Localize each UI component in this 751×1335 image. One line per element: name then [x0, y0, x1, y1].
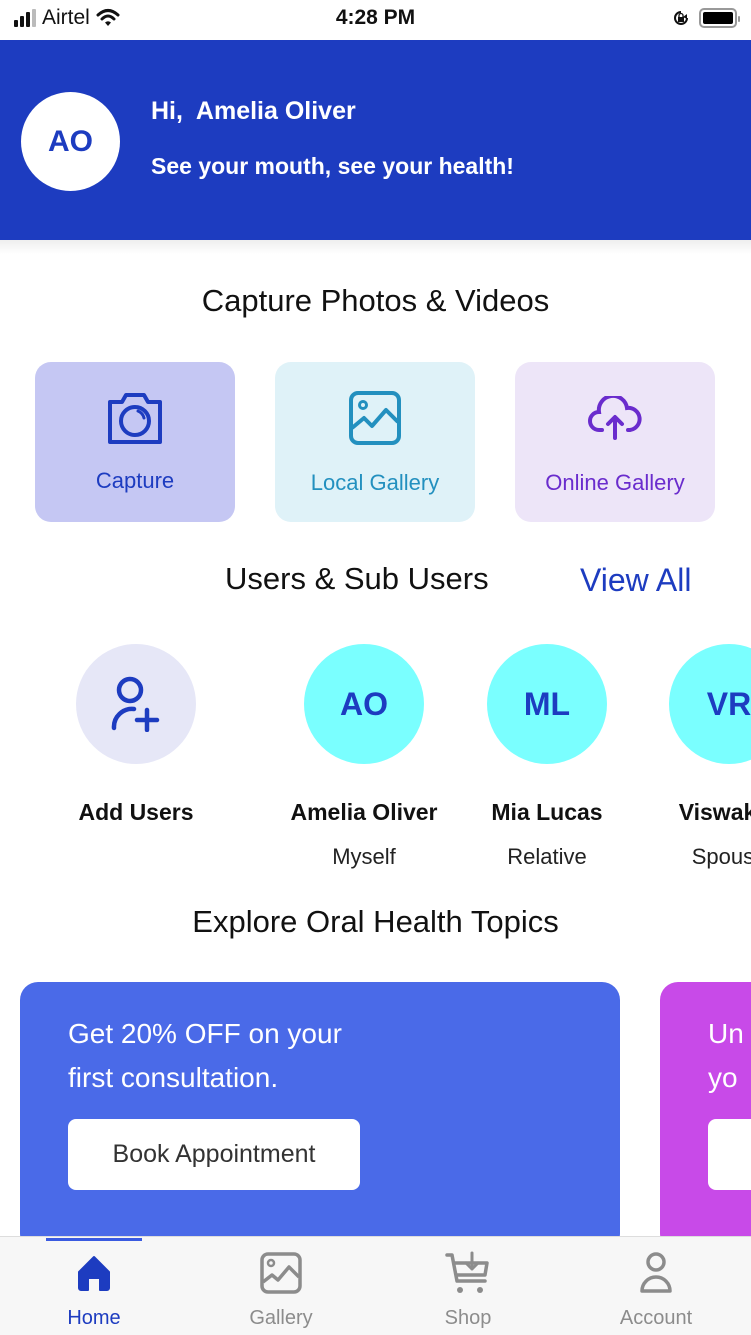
- add-user-icon: [111, 676, 160, 732]
- nav-label: Gallery: [249, 1307, 313, 1329]
- tagline: See your mouth, see your health!: [151, 153, 514, 179]
- clock: 4:28 PM: [335, 6, 416, 29]
- user-name: Viswak R: [678, 799, 751, 825]
- local-gallery-label: Local Gallery: [310, 470, 440, 495]
- user-avatar: ML: [487, 644, 607, 764]
- gallery-icon: [260, 1252, 302, 1294]
- nav-account[interactable]: Account: [562, 1237, 750, 1335]
- user-relation: Myself: [332, 844, 396, 869]
- cloud-upload-icon: [588, 396, 642, 440]
- nav-shop[interactable]: Shop: [374, 1237, 562, 1335]
- add-users-button[interactable]: Add Users: [51, 644, 221, 826]
- users-section-title: Users & Sub Users: [225, 561, 489, 596]
- capture-label: Capture: [95, 468, 175, 493]
- local-gallery-button[interactable]: Local Gallery: [275, 362, 475, 522]
- avatar[interactable]: AO: [21, 92, 120, 191]
- camera-icon: [108, 393, 162, 444]
- online-gallery-button[interactable]: Online Gallery: [515, 362, 715, 522]
- user-name: Amelia Oliver: [290, 799, 438, 825]
- user-card[interactable]: AO Amelia Oliver Myself: [279, 644, 449, 870]
- promo-text-line: Get 20% OFF on your: [68, 1018, 342, 1049]
- online-gallery-label: Online Gallery: [545, 470, 685, 495]
- promo-text-line: first consultation.: [68, 1062, 279, 1093]
- promo-card[interactable]: Un yo: [660, 982, 751, 1252]
- capture-button[interactable]: Capture: [35, 362, 235, 522]
- promo-text-line: yo: [708, 1062, 738, 1093]
- promo-card[interactable]: Get 20% OFF on your first consultation. …: [20, 982, 620, 1252]
- user-card[interactable]: ML Mia Lucas Relative: [462, 644, 632, 870]
- nav-label: Account: [619, 1307, 693, 1329]
- user-avatar: AO: [304, 644, 424, 764]
- user-card[interactable]: VR Viswak R Spouse: [644, 644, 751, 870]
- topics-section-title: Explore Oral Health Topics: [192, 904, 559, 939]
- battery-icon: [699, 8, 740, 28]
- user-relation: Relative: [507, 844, 587, 869]
- active-tab-indicator: [46, 1238, 142, 1241]
- promo-text: Get 20% OFF on your first consultation.: [68, 1012, 342, 1100]
- cart-icon: [445, 1251, 489, 1293]
- nav-home[interactable]: Home: [0, 1237, 188, 1335]
- status-bar: Airtel 4:28 PM: [0, 0, 751, 40]
- book-appointment-button[interactable]: Book Appointment: [68, 1119, 360, 1190]
- header-divider: [0, 240, 751, 254]
- image-icon: [349, 391, 401, 445]
- nav-label: Shop: [444, 1307, 492, 1329]
- greeting: Hi, Amelia Oliver: [151, 97, 356, 125]
- promo-text-line: Un: [708, 1018, 744, 1049]
- view-all-link[interactable]: View All: [580, 562, 691, 599]
- home-icon: [78, 1256, 110, 1291]
- promo-text: Un yo: [708, 1012, 744, 1100]
- orientation-lock-icon: [674, 11, 688, 25]
- user-name: Mia Lucas: [491, 799, 603, 825]
- promo-action-button[interactable]: [708, 1119, 751, 1190]
- add-users-label: Add Users: [78, 799, 194, 825]
- capture-section-title: Capture Photos & Videos: [201, 283, 550, 318]
- nav-label: Home: [67, 1307, 121, 1329]
- account-icon: [640, 1252, 672, 1293]
- user-relation: Spouse: [691, 844, 751, 869]
- bottom-navigation: Home Gallery Shop Account: [0, 1236, 751, 1335]
- user-avatar: VR: [669, 644, 751, 764]
- nav-gallery[interactable]: Gallery: [187, 1237, 375, 1335]
- profile-header: AO Hi, Amelia Oliver See your mouth, see…: [0, 40, 751, 240]
